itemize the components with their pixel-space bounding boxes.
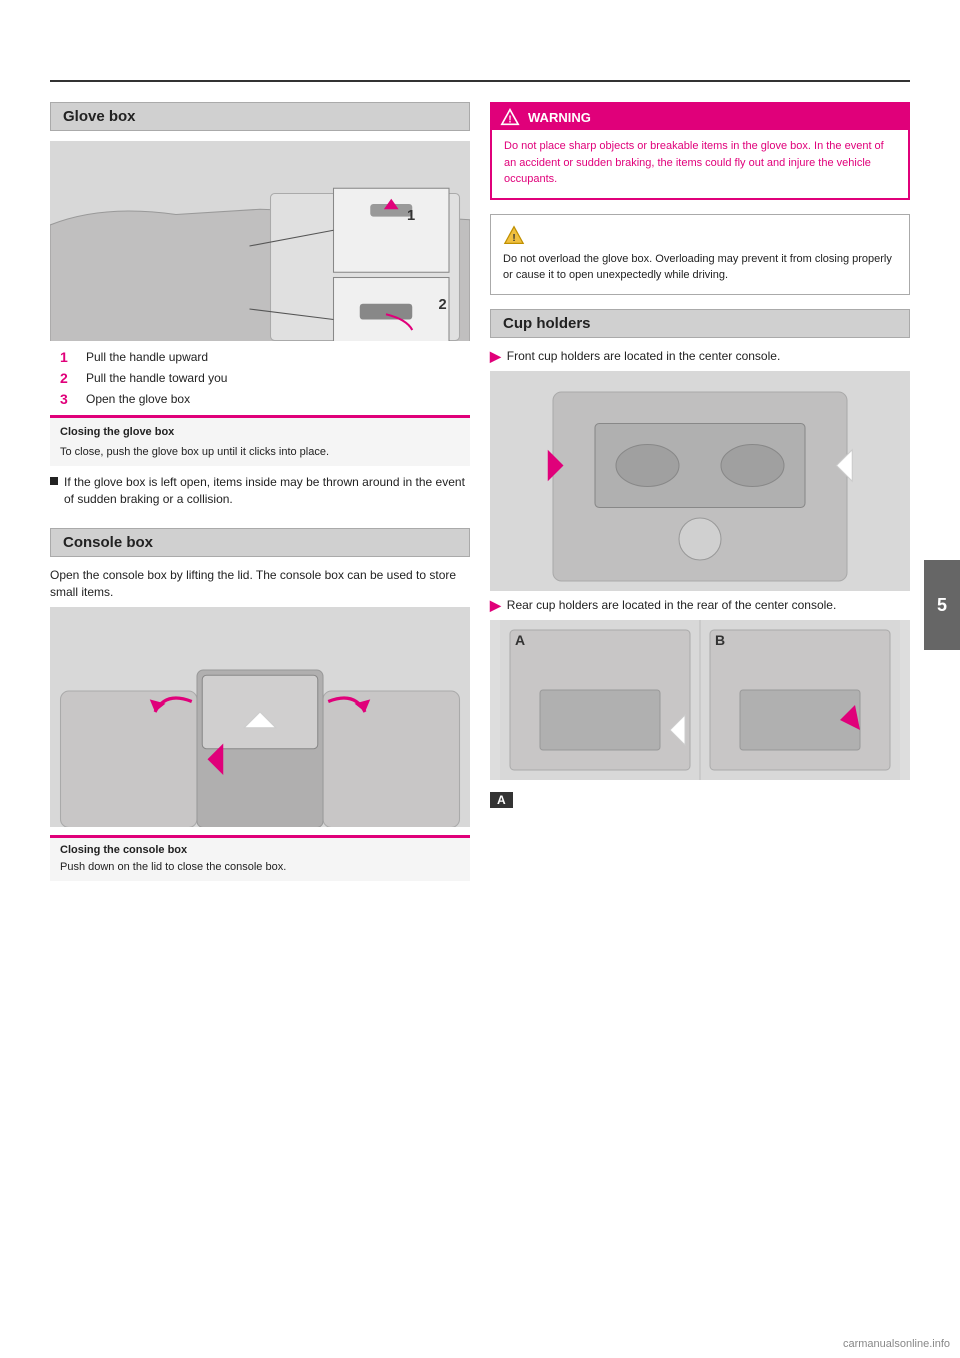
step-1: 1 Pull the handle upward [60, 349, 470, 366]
cup-arrow-row-1: ▶ Front cup holders are located in the c… [490, 348, 910, 365]
glove-extra-bullet: If the glove box is left open, items ins… [64, 474, 470, 508]
right-column: ! WARNING Do not place sharp objects or … [490, 102, 910, 889]
label-a-container: A [490, 786, 910, 808]
step-3-text: Open the glove box [86, 391, 190, 408]
step-3: 3 Open the glove box [60, 391, 470, 408]
cup-diagram-1 [490, 371, 910, 591]
caution-box: ! Do not overload the glove box. Overloa… [490, 214, 910, 295]
glove-box-header: Glove box [50, 102, 470, 131]
glove-note-text: To close, push the glove box up until it… [60, 444, 460, 461]
caution-triangle-icon: ! [503, 225, 525, 245]
console-box-header: Console box [50, 528, 470, 557]
cup-text-2: Rear cup holders are located in the rear… [507, 597, 837, 614]
watermark: carmanualsonline.info [843, 1338, 950, 1350]
step-2: 2 Pull the handle toward you [60, 370, 470, 387]
console-note-text: Push down on the lid to close the consol… [60, 859, 460, 876]
warning-text: Do not place sharp objects or breakable … [504, 138, 896, 188]
page-container: 5 Glove box [0, 0, 960, 1358]
step-1-text: Pull the handle upward [86, 349, 208, 366]
warning-triangle-icon: ! [500, 108, 520, 126]
main-content: Glove box 1 [0, 102, 960, 889]
cup-holders-header: Cup holders [490, 309, 910, 338]
svg-text:!: ! [508, 115, 511, 126]
svg-text:A: A [515, 632, 525, 648]
svg-text:B: B [715, 632, 725, 648]
console-box-title: Console box [63, 534, 153, 551]
console-section: Console box Open the console box by lift… [50, 528, 470, 881]
glove-box-steps: 1 Pull the handle upward 2 Pull the hand… [60, 349, 470, 407]
step-2-text: Pull the handle toward you [86, 370, 227, 387]
warning-header: ! WARNING [492, 104, 908, 130]
console-text-row: Open the console box by lifting the lid.… [50, 567, 470, 601]
watermark-text: carmanualsonline.info [843, 1338, 950, 1350]
svg-text:2: 2 [439, 297, 447, 313]
cup-diagram2-svg: A B [490, 620, 910, 780]
left-column: Glove box 1 [50, 102, 470, 889]
glove-note-title: Closing the glove box [60, 424, 460, 441]
warning-box: ! WARNING Do not place sharp objects or … [490, 102, 910, 200]
bullet-icon [50, 477, 58, 485]
cup-holders-title: Cup holders [503, 315, 591, 332]
console-text: Open the console box by lifting the lid.… [50, 567, 470, 601]
warning-title: WARNING [528, 110, 591, 125]
glove-box-svg: 1 2 3 [50, 141, 470, 341]
cup-diagram1-svg [490, 371, 910, 591]
cup-arrow-row-2: ▶ Rear cup holders are located in the re… [490, 597, 910, 614]
arrow-bullet-2: ▶ [490, 597, 501, 614]
glove-closing-note: Closing the glove box To close, push the… [50, 415, 470, 466]
svg-text:!: ! [512, 232, 515, 243]
svg-text:1: 1 [407, 208, 415, 224]
cup-text-1: Front cup holders are located in the cen… [507, 348, 781, 365]
console-note-box: Closing the console box Push down on the… [50, 835, 470, 882]
arrow-bullet-1: ▶ [490, 348, 501, 365]
caution-header: ! [503, 225, 897, 245]
cup-diagram-2: A B [490, 620, 910, 780]
top-rule [50, 80, 910, 82]
label-a-badge: A [490, 792, 513, 808]
glove-extra-bullet-row: If the glove box is left open, items ins… [50, 474, 470, 508]
console-note-title: Closing the console box [60, 844, 460, 856]
section-number: 5 [937, 595, 947, 616]
glove-box-title: Glove box [63, 108, 136, 125]
glove-box-diagram: 1 2 3 [50, 141, 470, 341]
caution-text: Do not overload the glove box. Overloadi… [503, 251, 897, 284]
section-tab: 5 [924, 560, 960, 650]
cup-holders-section: Cup holders ▶ Front cup holders are loca… [490, 309, 910, 808]
console-svg [50, 607, 470, 827]
console-diagram [50, 607, 470, 827]
